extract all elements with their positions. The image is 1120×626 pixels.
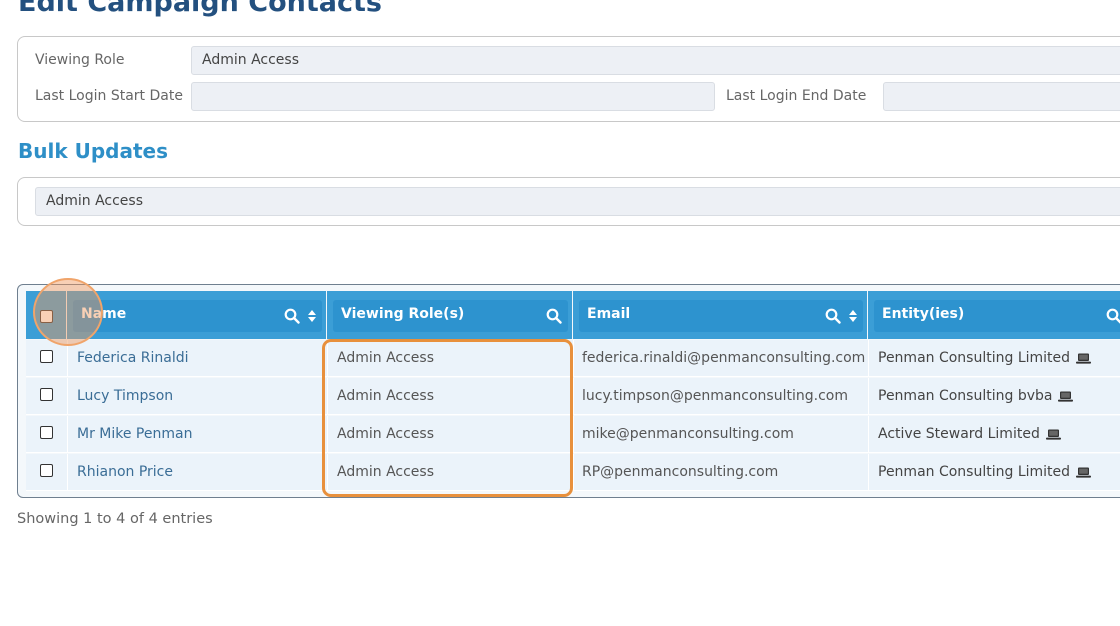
contacts-table: Name Viewing Role(s) Email Entity(ies) F… [17,284,1120,498]
sort-icon[interactable] [308,310,316,322]
last-login-end-label: Last Login End Date [726,88,867,104]
sort-icon[interactable] [849,310,857,322]
row-checkbox[interactable] [40,426,53,439]
column-header-email-label-wrap: Email [579,300,863,332]
column-header-email[interactable]: Email [573,291,867,339]
laptop-icon[interactable] [1058,391,1074,402]
page-title: Edit Campaign Contacts [18,0,382,18]
select-all-checkbox[interactable] [40,310,53,323]
bulk-role-field[interactable]: Admin Access [35,187,1120,216]
contact-email: mike@penmanconsulting.com [573,416,867,453]
contact-role: Admin Access [327,378,572,415]
contact-entity: Penman Consulting bvba [878,388,1053,404]
column-header-name[interactable]: Name [67,291,326,339]
contact-entity: Penman Consulting Limited [878,464,1071,480]
select-all-header [26,291,66,339]
bulk-updates-panel: Admin Access [17,177,1120,226]
contact-name[interactable]: Lucy Timpson [67,378,326,415]
contact-entity-cell: Penman Consulting Limited [868,340,1120,377]
row-select-cell [26,378,66,415]
column-header-entities-label-wrap: Entity(ies) [874,300,1120,332]
contact-role: Admin Access [327,416,572,453]
contact-email: RP@penmanconsulting.com [573,454,867,491]
table-row[interactable]: Mr Mike Penman Admin Access mike@penmanc… [26,416,1120,453]
row-checkbox[interactable] [40,350,53,363]
table-row[interactable]: Federica Rinaldi Admin Access federica.r… [26,340,1120,377]
laptop-icon[interactable] [1045,429,1061,440]
last-login-end-field[interactable] [883,82,1120,111]
search-icon[interactable] [825,308,841,324]
column-header-viewing-roles-label-wrap: Viewing Role(s) [333,300,568,332]
search-icon[interactable] [1106,308,1120,324]
column-header-name-label-wrap: Name [73,300,322,332]
row-select-cell [26,416,66,453]
last-login-start-label: Last Login Start Date [35,88,183,104]
column-header-name-label: Name [81,306,127,322]
row-checkbox[interactable] [40,388,53,401]
contact-entity-cell: Active Steward Limited [868,416,1120,453]
laptop-icon[interactable] [1076,467,1092,478]
contact-role: Admin Access [327,454,572,491]
column-header-viewing-roles-label: Viewing Role(s) [341,306,465,322]
contact-role: Admin Access [327,340,572,377]
row-select-cell [26,454,66,491]
viewing-role-field[interactable]: Admin Access [191,46,1120,75]
contact-name[interactable]: Mr Mike Penman [67,416,326,453]
bulk-updates-title: Bulk Updates [18,139,168,163]
column-header-entities-label: Entity(ies) [882,306,965,322]
column-header-viewing-roles[interactable]: Viewing Role(s) [327,291,572,339]
row-select-cell [26,340,66,377]
contact-email: federica.rinaldi@penmanconsulting.com [573,340,867,377]
search-icon[interactable] [284,308,300,324]
contact-email: lucy.timpson@penmanconsulting.com [573,378,867,415]
contact-name[interactable]: Rhianon Price [67,454,326,491]
search-icon[interactable] [546,308,562,324]
last-login-start-field[interactable] [191,82,715,111]
column-header-entities[interactable]: Entity(ies) [868,291,1120,339]
table-row[interactable]: Lucy Timpson Admin Access lucy.timpson@p… [26,378,1120,415]
column-header-email-label: Email [587,306,631,322]
contact-entity: Active Steward Limited [878,426,1040,442]
table-row[interactable]: Rhianon Price Admin Access RP@penmancons… [26,454,1120,491]
table-info: Showing 1 to 4 of 4 entries [17,511,213,527]
viewing-role-label: Viewing Role [35,52,125,68]
laptop-icon[interactable] [1076,353,1092,364]
contact-entity-cell: Penman Consulting Limited [868,454,1120,491]
contact-name[interactable]: Federica Rinaldi [67,340,326,377]
row-checkbox[interactable] [40,464,53,477]
contact-entity-cell: Penman Consulting bvba [868,378,1120,415]
filter-panel: Viewing Role Admin Access Last Login Sta… [17,36,1120,122]
contact-entity: Penman Consulting Limited [878,350,1071,366]
